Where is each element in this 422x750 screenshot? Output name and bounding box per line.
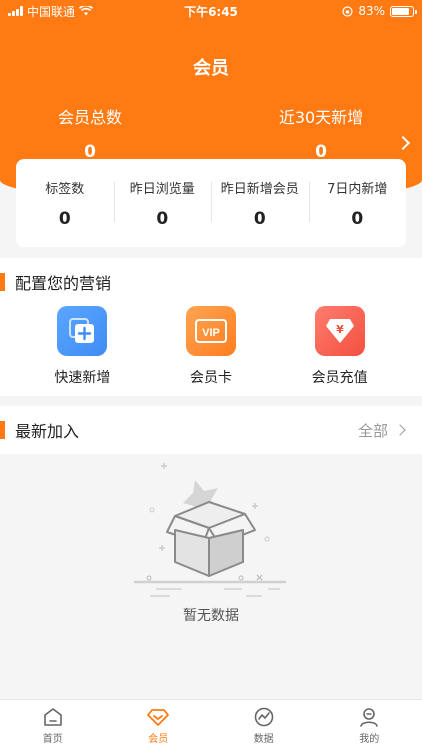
svg-text:VIP: VIP <box>202 327 220 339</box>
stat-yesterday-views[interactable]: 昨日浏览量 0 <box>113 178 212 229</box>
svg-text:¥: ¥ <box>336 323 344 336</box>
section-title: 最新加入 <box>15 422 80 441</box>
stat-tags[interactable]: 标签数 0 <box>16 178 114 229</box>
home-icon <box>43 707 62 726</box>
stats-card: 标签数 0 昨日浏览量 0 昨日新增会员 0 7日内新增 0 <box>16 159 406 247</box>
tool-label: 快速新增 <box>54 370 111 386</box>
section-marker <box>0 421 5 439</box>
stat-yesterday-new-members[interactable]: 昨日新增会员 0 <box>211 178 309 229</box>
tab-home[interactable]: 首页 <box>0 700 106 750</box>
stat-value: 0 <box>58 208 71 229</box>
tab-label: 首页 <box>42 733 63 745</box>
recharge-icon: ¥ <box>314 306 365 356</box>
status-time: 下午6:45 <box>184 4 238 19</box>
see-all-link[interactable]: 全部 <box>357 420 406 441</box>
new-30d-label: 近30天新增 <box>278 108 364 127</box>
bottom-tab-bar: 首页 会员 数据 我的 <box>0 699 422 750</box>
status-bar: 中国联通 下午6:45 83% <box>0 0 422 22</box>
new-30d-members[interactable]: 近30天新增 0 <box>231 104 411 162</box>
battery-percent: 83% <box>358 4 385 18</box>
stat-value: 0 <box>253 208 266 229</box>
carrier-name: 中国联通 <box>27 4 76 19</box>
tab-label: 数据 <box>253 733 274 745</box>
wifi-icon <box>79 6 94 16</box>
orientation-lock-icon <box>342 5 353 17</box>
chart-icon <box>254 707 274 726</box>
vip-card-icon: VIP <box>185 306 236 356</box>
stat-7d-new[interactable]: 7日内新增 0 <box>308 178 407 229</box>
page-title: 会员 <box>193 58 229 79</box>
total-members: 会员总数 0 <box>0 104 180 162</box>
add-member-icon <box>57 306 108 356</box>
total-members-label: 会员总数 <box>57 108 122 127</box>
empty-box-illustration <box>133 463 287 597</box>
tab-data[interactable]: 数据 <box>211 700 317 750</box>
stat-label: 7日内新增 <box>327 181 388 197</box>
section-marker <box>0 273 5 291</box>
signal-icon <box>8 6 23 16</box>
stat-value: 0 <box>351 208 364 229</box>
section-title: 配置您的营销 <box>15 274 112 293</box>
chevron-right-icon <box>394 424 406 436</box>
stat-label: 昨日新增会员 <box>220 181 299 197</box>
tool-label: 会员充值 <box>311 370 368 386</box>
member-card-button[interactable]: VIP 会员卡 <box>156 306 266 387</box>
empty-state: 暂无数据 <box>0 454 422 699</box>
empty-text: 暂无数据 <box>183 608 239 624</box>
tab-profile[interactable]: 我的 <box>317 700 422 750</box>
member-diamond-icon <box>147 708 170 726</box>
tab-member[interactable]: 会员 <box>106 700 212 750</box>
tab-label: 会员 <box>148 733 169 745</box>
stat-label: 昨日浏览量 <box>129 181 195 197</box>
stat-value: 0 <box>156 208 169 229</box>
tab-label: 我的 <box>359 733 380 745</box>
stat-label: 标签数 <box>45 181 85 197</box>
profile-icon <box>360 707 379 727</box>
latest-section: 最新加入 全部 <box>0 406 422 454</box>
member-recharge-button[interactable]: ¥ 会员充值 <box>285 306 395 387</box>
quick-add-button[interactable]: 快速新增 <box>27 306 137 387</box>
marketing-section: 配置您的营销 快速新增 VIP 会员卡 ¥ 会员充值 <box>0 258 422 396</box>
see-all-label: 全部 <box>357 421 388 440</box>
tool-label: 会员卡 <box>189 370 232 386</box>
battery-icon <box>390 5 417 17</box>
